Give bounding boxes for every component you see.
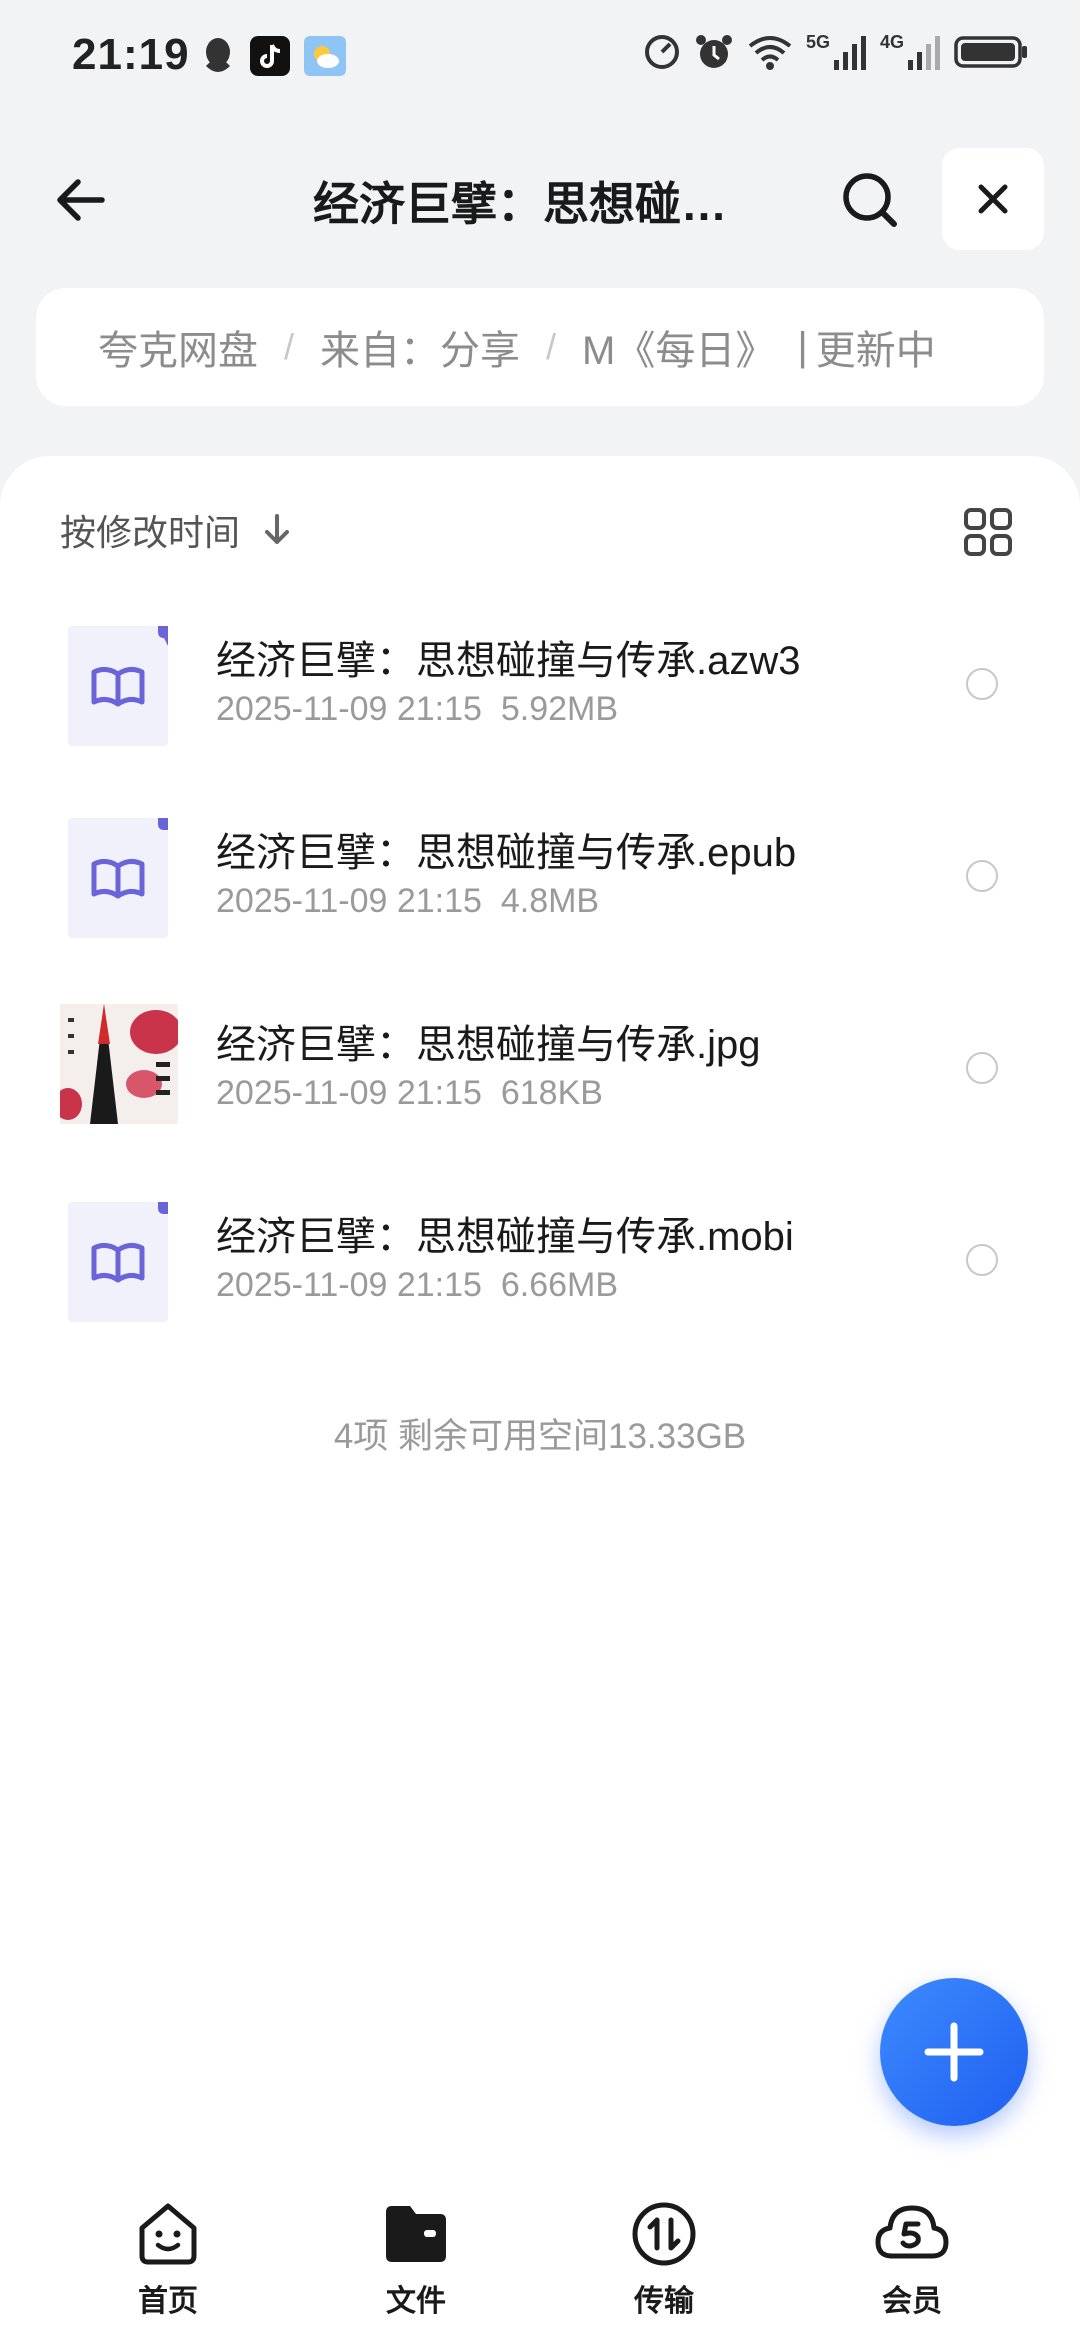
file-size: 6.66MB — [500, 1266, 619, 1304]
nav-label: 首页 — [138, 2285, 198, 2318]
file-name: 经济巨擘：思想碰撞与传承.jpg — [216, 1023, 761, 1067]
book-icon — [68, 626, 168, 746]
file-row[interactable]: 经济巨擘：思想碰撞与传承.azw3 2025-11-09 21:15 5.92M… — [0, 598, 1080, 790]
search-button[interactable] — [830, 160, 910, 240]
nav-item-member[interactable]: 会员 — [832, 2198, 992, 2320]
bottom-nav: 首页 文件 传输 会员 — [0, 2180, 1080, 2340]
signal-4g-label: 4G — [879, 32, 904, 52]
status-system-icons: 5G 4G — [642, 32, 1030, 72]
arrow-down-icon — [265, 514, 290, 544]
nav-label: 会员 — [882, 2285, 942, 2318]
file-meta: 2025-11-09 21:15 4.8MB — [216, 882, 599, 921]
header-bar: 经济巨擘：思想碰… — [0, 140, 1080, 260]
breadcrumb-separator: / — [284, 326, 295, 367]
breadcrumb: 夸克网盘 / 来自：分享 / M《每日》 | 更新中 — [36, 288, 1044, 406]
nav-item-transfer[interactable]: 传输 — [584, 2198, 744, 2320]
folder-icon — [386, 2206, 446, 2262]
file-name: 经济巨擘：思想碰撞与传承.mobi — [216, 1215, 794, 1259]
grid-view-button[interactable] — [956, 500, 1020, 564]
transfer-icon — [632, 2202, 696, 2266]
data-saver-icon — [644, 35, 679, 69]
nav-item-home[interactable]: 首页 — [88, 2198, 248, 2320]
book-icon — [68, 1202, 168, 1322]
breadcrumb-divider: | — [797, 324, 808, 369]
select-radio[interactable] — [966, 860, 998, 892]
select-radio[interactable] — [966, 668, 998, 700]
file-date: 2025-11-09 21:15 — [216, 882, 482, 920]
book-icon — [68, 818, 168, 938]
nav-label: 文件 — [386, 2285, 446, 2318]
status-notification-icons — [200, 36, 346, 76]
file-date: 2025-11-09 21:15 — [216, 1074, 482, 1112]
file-name: 经济巨擘：思想碰撞与传承.epub — [216, 831, 797, 875]
cloud-member-icon — [875, 2205, 949, 2259]
grid-view-icon — [964, 508, 1012, 556]
status-time: 21:19 — [72, 30, 190, 79]
smile-face-icon — [139, 2203, 197, 2265]
file-row[interactable]: 经济巨擘：思想碰撞与传承.mobi 2025-11-09 21:15 6.66M… — [0, 1174, 1080, 1366]
file-size: 618KB — [500, 1074, 603, 1112]
breadcrumb-item-current[interactable]: 更新中 — [816, 318, 936, 376]
storage-summary: 4项 剩余可用空间13.33GB — [333, 1417, 747, 1456]
select-radio[interactable] — [966, 1052, 998, 1084]
sort-label: 按修改时间 — [60, 512, 241, 553]
alarm-icon — [695, 35, 732, 68]
back-button[interactable] — [40, 160, 120, 240]
close-button[interactable] — [942, 148, 1044, 250]
breadcrumb-item-folder[interactable]: M《每日》 — [582, 318, 775, 376]
signal-4g-icon — [908, 36, 940, 70]
add-button[interactable] — [880, 1978, 1028, 2126]
page-title: 经济巨擘：思想碰… — [313, 178, 727, 230]
file-date: 2025-11-09 21:15 — [216, 1266, 482, 1304]
battery-icon — [954, 36, 1027, 68]
plus-icon — [924, 2022, 984, 2082]
breadcrumb-item-share[interactable]: 来自：分享 — [320, 318, 520, 376]
nav-label: 传输 — [634, 2285, 694, 2318]
weather-icon — [304, 36, 346, 76]
select-radio[interactable] — [966, 1244, 998, 1276]
qq-icon — [206, 38, 230, 72]
image-thumbnail — [60, 1004, 178, 1124]
status-bar: 21:19 5G 4G — [0, 0, 1080, 120]
file-name: 经济巨擘：思想碰撞与传承.azw3 — [216, 639, 801, 683]
file-date: 2025-11-09 21:15 — [216, 690, 482, 728]
arrow-left-icon — [57, 179, 105, 221]
file-row[interactable]: 经济巨擘：思想碰撞与传承.jpg 2025-11-09 21:15 618KB — [0, 982, 1080, 1174]
file-meta: 2025-11-09 21:15 6.66MB — [216, 1266, 618, 1305]
signal-5g-label: 5G — [805, 32, 830, 52]
breadcrumb-item-root[interactable]: 夸克网盘 — [98, 318, 258, 376]
file-meta: 2025-11-09 21:15 618KB — [216, 1074, 603, 1113]
nav-item-files[interactable]: 文件 — [336, 2198, 496, 2320]
close-icon — [978, 184, 1008, 214]
search-icon — [843, 173, 897, 227]
file-meta: 2025-11-09 21:15 5.92MB — [216, 690, 618, 729]
signal-5g-icon — [833, 36, 866, 70]
tiktok-icon — [250, 36, 290, 76]
file-size: 5.92MB — [500, 690, 619, 728]
sort-selector[interactable]: 按修改时间 — [60, 504, 294, 556]
wifi-icon — [748, 36, 792, 70]
breadcrumb-separator: / — [546, 326, 557, 367]
file-row[interactable]: 经济巨擘：思想碰撞与传承.epub 2025-11-09 21:15 4.8MB — [0, 790, 1080, 982]
file-size: 4.8MB — [500, 882, 600, 920]
